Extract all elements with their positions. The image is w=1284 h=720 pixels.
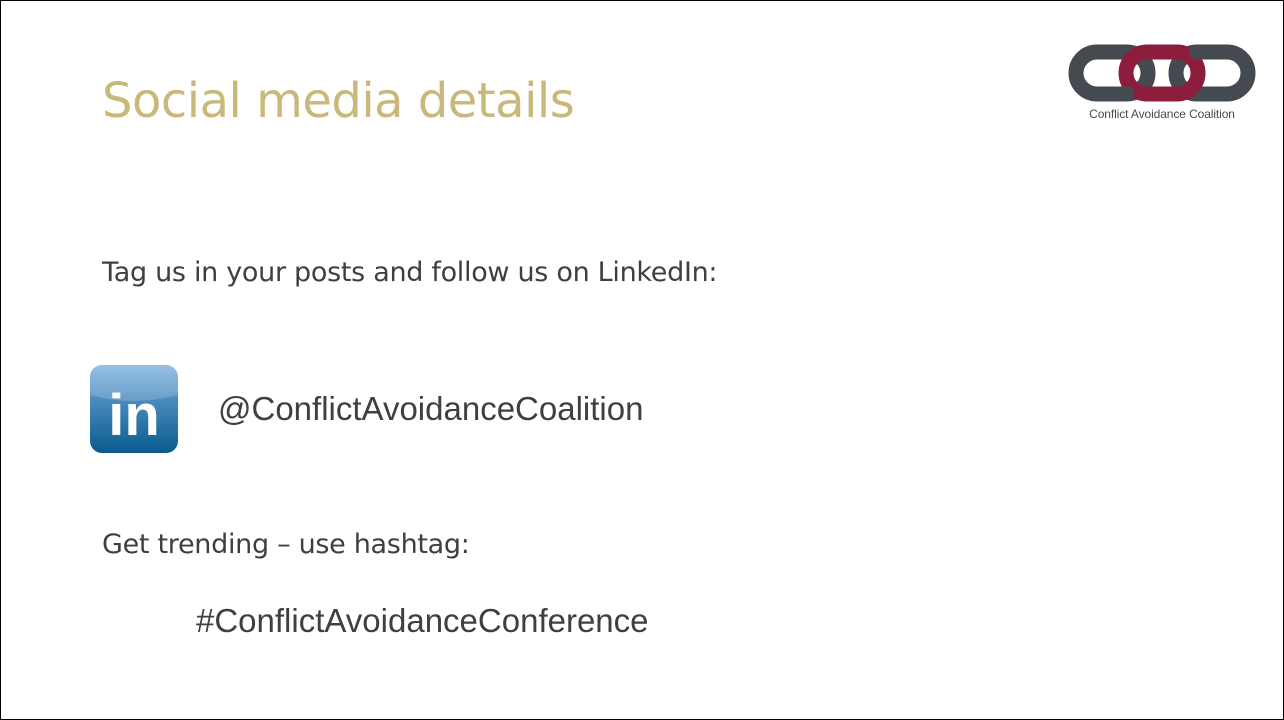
follow-linkedin-text: Tag us in your posts and follow us on Li… [102,257,718,288]
linkedin-handle[interactable]: @ConflictAvoidanceCoalition [218,389,643,429]
slide: Social media details Conflict Avoidance … [0,0,1284,720]
conflict-avoidance-coalition-logo: Conflict Avoidance Coalition [1067,41,1257,125]
linkedin-icon[interactable]: in [90,365,178,453]
slide-title: Social media details [102,73,575,129]
chain-links-icon [1068,44,1256,102]
conference-hashtag: #ConflictAvoidanceConference [196,602,649,639]
logo-text: Conflict Avoidance Coalition [1089,107,1235,121]
linkedin-icon-label: in [108,383,160,448]
trending-text: Get trending – use hashtag: [102,529,470,560]
